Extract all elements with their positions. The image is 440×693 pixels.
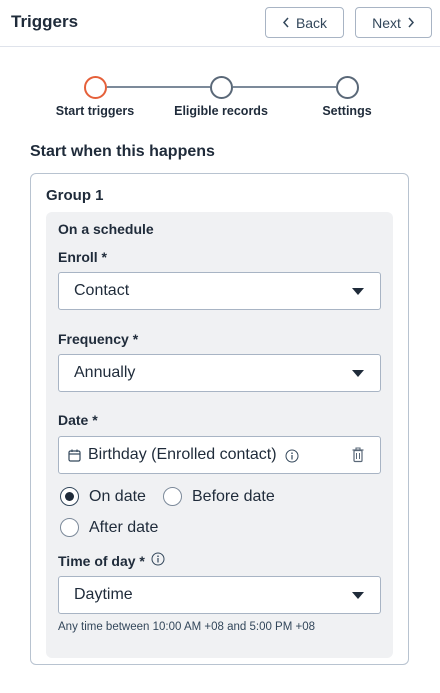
group-title: Group 1 — [46, 187, 104, 204]
caret-down-icon — [352, 370, 364, 377]
step-indicator-eligible-records[interactable] — [210, 76, 233, 99]
frequency-label: Frequency * — [58, 331, 139, 347]
date-property-field[interactable]: Birthday (Enrolled contact) — [58, 436, 381, 474]
time-of-day-helper-text: Any time between 10:00 AM +08 and 5:00 P… — [58, 621, 316, 633]
time-of-day-select-value: Daytime — [74, 586, 133, 603]
info-icon[interactable] — [151, 552, 165, 569]
time-of-day-select[interactable]: Daytime — [58, 576, 381, 614]
next-button[interactable]: Next — [355, 7, 432, 38]
caret-down-icon — [352, 288, 364, 295]
trash-icon[interactable] — [352, 447, 364, 468]
date-label: Date * — [58, 412, 98, 428]
step-label-eligible-records[interactable]: Eligible records — [174, 104, 268, 118]
header-bar: Triggers Back Next — [0, 0, 440, 47]
step-connector — [107, 86, 210, 88]
section-title: Start when this happens — [30, 143, 215, 160]
enroll-select-value: Contact — [74, 282, 130, 299]
step-label-settings[interactable]: Settings — [322, 104, 371, 118]
trigger-group-card: Group 1 On a schedule Enroll * Contact F… — [30, 173, 409, 665]
calendar-icon — [68, 449, 81, 467]
radio-after-date[interactable]: After date — [60, 518, 158, 537]
step-label-start-triggers[interactable]: Start triggers — [56, 104, 135, 118]
radio-on-date-label: On date — [89, 487, 146, 505]
schedule-trigger-panel[interactable]: On a schedule Enroll * Contact Frequency… — [46, 212, 393, 658]
back-button-label: Back — [295, 14, 328, 31]
enroll-label: Enroll * — [58, 249, 108, 265]
radio-on-date[interactable]: On date — [60, 487, 146, 506]
chevron-left-icon — [282, 17, 290, 28]
info-icon[interactable] — [285, 449, 299, 468]
radio-button[interactable] — [163, 487, 182, 506]
step-indicator-start-triggers[interactable] — [84, 76, 107, 99]
time-of-day-label: Time of day * — [58, 552, 165, 569]
chevron-right-icon — [407, 17, 415, 28]
trigger-type-title: On a schedule — [58, 221, 154, 237]
frequency-select[interactable]: Annually — [58, 354, 381, 392]
back-button[interactable]: Back — [265, 7, 344, 38]
radio-before-date-label: Before date — [192, 487, 275, 505]
frequency-select-value: Annually — [74, 364, 136, 381]
progress-stepper: Start triggers Eligible records Settings — [0, 72, 440, 122]
caret-down-icon — [352, 592, 364, 599]
step-connector — [233, 86, 336, 88]
radio-button[interactable] — [60, 518, 79, 537]
enroll-select[interactable]: Contact — [58, 272, 381, 310]
radio-button-checked[interactable] — [60, 487, 79, 506]
radio-before-date[interactable]: Before date — [163, 487, 275, 506]
date-property-value: Birthday (Enrolled contact) — [88, 446, 277, 463]
radio-after-date-label: After date — [89, 518, 159, 536]
next-button-label: Next — [372, 14, 401, 31]
page-title: Triggers — [11, 12, 79, 31]
step-indicator-settings[interactable] — [336, 76, 359, 99]
